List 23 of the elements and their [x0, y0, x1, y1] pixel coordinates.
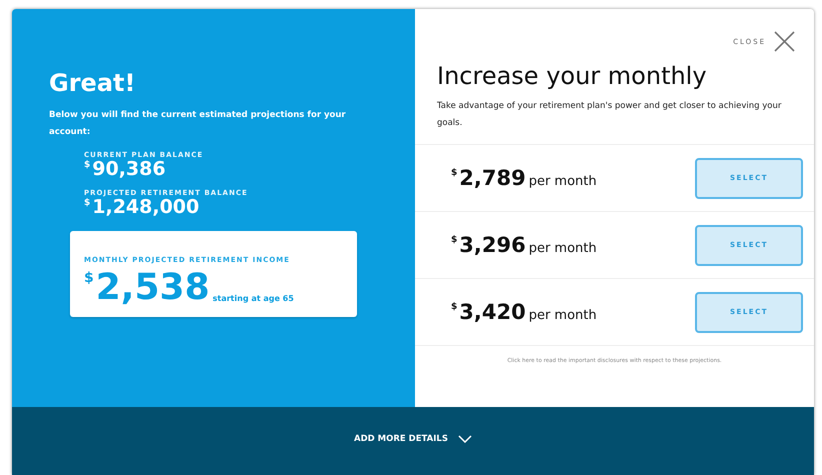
income-amount: 2,538 — [96, 270, 210, 306]
option-unit: per month — [528, 308, 597, 322]
offer-title: Increase your monthly — [437, 62, 708, 90]
add-details-button[interactable]: ADD MORE DETAILS — [354, 434, 472, 444]
option-amount: 3,296 — [459, 234, 526, 256]
income-note: starting at age 65 — [212, 294, 294, 303]
option-amount: 3,420 — [459, 302, 526, 322]
close-icon — [774, 31, 795, 52]
chevron-down-icon — [458, 435, 472, 443]
currency-sign: $ — [84, 270, 94, 286]
offer-description: Take advantage of your retirement plan's power and get closer to achieving your goals. — [437, 100, 782, 130]
currency-sign: $ — [451, 234, 458, 244]
option-unit: per month — [528, 174, 597, 188]
currency-sign: $ — [451, 302, 458, 312]
option-amount: 2,789 — [459, 168, 526, 188]
currency-sign: $ — [451, 168, 458, 178]
summary-title: Great! — [49, 69, 136, 97]
balance-amount: 1,248,000 — [92, 198, 200, 217]
summary-description: Below you will find the current estimated projections for your account: — [49, 109, 347, 139]
currency-sign: $ — [84, 160, 90, 170]
balance-amount: 90,386 — [92, 160, 166, 179]
currency-sign: $ — [84, 198, 90, 208]
option-unit: per month — [528, 240, 597, 256]
